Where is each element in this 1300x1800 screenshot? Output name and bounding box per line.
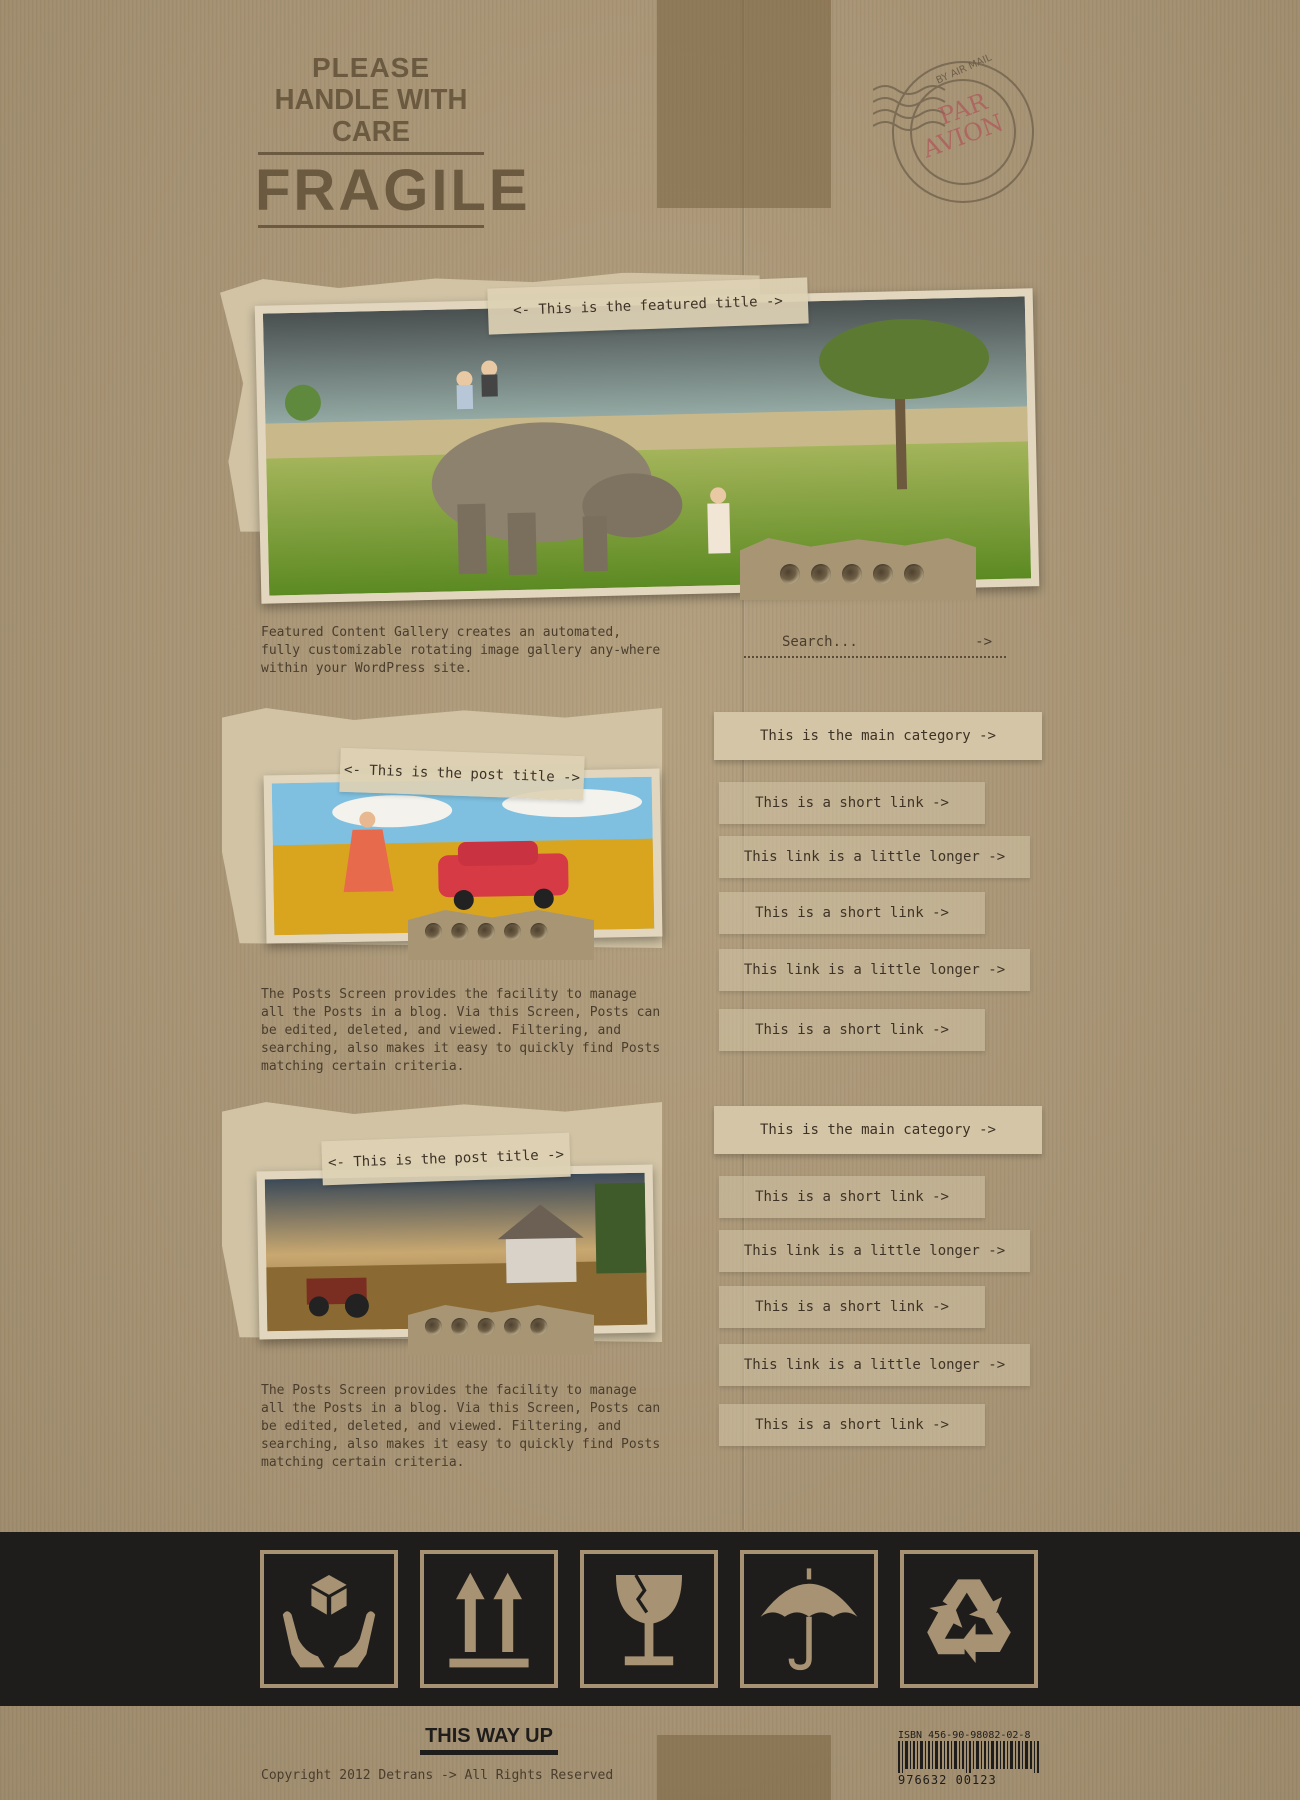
- sidebar-category[interactable]: This is the main category ->: [714, 712, 1042, 760]
- logo-divider: [258, 225, 484, 228]
- isbn-text: ISBN 456-90-98082-02-8: [898, 1730, 1043, 1741]
- sidebar-category[interactable]: This is the main category ->: [714, 1106, 1042, 1154]
- post-title: <- This is the post title ->: [343, 761, 581, 787]
- sidebar-link[interactable]: This is a short link ->: [719, 1286, 985, 1328]
- featured-description: Featured Content Gallery creates an auto…: [261, 625, 661, 676]
- post-title-tape[interactable]: <- This is the post title ->: [339, 747, 585, 801]
- sidebar-link[interactable]: This is a short link ->: [719, 1009, 985, 1051]
- slide-dot[interactable]: [873, 564, 893, 584]
- sidebar-link[interactable]: This link is a little longer ->: [719, 1344, 1030, 1386]
- isbn-label: ISBN: [898, 1730, 923, 1741]
- sidebar-link[interactable]: This link is a little longer ->: [719, 1230, 1030, 1272]
- sidebar-link[interactable]: This is a short link ->: [719, 1404, 985, 1446]
- keep-dry-umbrella-icon: [740, 1550, 878, 1688]
- sidebar-link[interactable]: This link is a little longer ->: [719, 836, 1030, 878]
- air-mail-postmark: BY AIR MAIL PAR AVION: [872, 50, 1037, 214]
- handle-with-care-icon: [260, 1550, 398, 1688]
- packing-tape-bottom: [657, 1735, 831, 1800]
- slide-dot[interactable]: [780, 564, 800, 584]
- slide-dot[interactable]: [811, 564, 831, 584]
- sidebar-link-label: This is a short link ->: [755, 1299, 949, 1315]
- post-image-vintage-car: [271, 776, 655, 936]
- logo-divider: [258, 152, 484, 155]
- slide-dot[interactable]: [477, 1318, 495, 1335]
- search-submit-arrow[interactable]: ->: [937, 634, 1006, 650]
- sidebar-link[interactable]: This is a short link ->: [719, 892, 985, 934]
- logo-line-fragile: FRAGILE: [255, 158, 531, 223]
- sidebar-link-label: This is a short link ->: [755, 905, 949, 921]
- recycle-icon: [900, 1550, 1038, 1688]
- this-way-up-icon: [420, 1550, 558, 1688]
- this-way-up-label: THIS WAY UP: [420, 1725, 558, 1755]
- sidebar-link-label: This is a short link ->: [755, 795, 949, 811]
- search-box[interactable]: Search... ->: [744, 628, 1006, 658]
- sidebar-category-label: This is the main category ->: [759, 728, 996, 744]
- sidebar-link[interactable]: This is a short link ->: [719, 1176, 985, 1218]
- slide-dot[interactable]: [504, 923, 522, 940]
- sidebar-link[interactable]: This is a short link ->: [719, 782, 985, 824]
- sidebar-link-label: This link is a little longer ->: [743, 849, 1006, 865]
- slide-dot[interactable]: [425, 1318, 442, 1335]
- sidebar-link[interactable]: This link is a little longer ->: [719, 949, 1030, 991]
- post-body: The Posts Screen provides the facility t…: [261, 987, 661, 1074]
- site-logo[interactable]: PLEASE HANDLE WITH CARE FRAGILE: [255, 52, 531, 228]
- post-slide-indicators: [425, 923, 548, 940]
- this-way-up-underline: [420, 1750, 558, 1755]
- slide-dot[interactable]: [530, 923, 548, 940]
- search-input[interactable]: Search...: [744, 634, 872, 650]
- slide-dot[interactable]: [451, 923, 469, 940]
- sidebar-link-label: This is a short link ->: [755, 1417, 949, 1433]
- logo-line-handle: HANDLE WITH CARE: [274, 84, 468, 148]
- slide-dot[interactable]: [530, 1318, 548, 1335]
- this-way-up-text: THIS WAY UP: [425, 1725, 553, 1747]
- post-title: <- This is the post title ->: [327, 1146, 565, 1172]
- slide-dot[interactable]: [504, 1318, 522, 1335]
- barcode-number: 976632 00123: [898, 1773, 997, 1787]
- featured-slide-indicators: [780, 564, 924, 584]
- isbn-barcode: ISBN 456-90-98082-02-8 976632 00123: [898, 1730, 1043, 1787]
- sidebar-link-label: This is a short link ->: [755, 1189, 949, 1205]
- post-slide-indicators: [425, 1318, 548, 1335]
- copyright: Copyright 2012 Detrans -> All Rights Res…: [261, 1768, 614, 1783]
- slide-dot[interactable]: [425, 923, 442, 940]
- logo-line-please: PLEASE: [311, 52, 431, 83]
- fragile-glass-icon: [580, 1550, 718, 1688]
- sidebar-category-label: This is the main category ->: [759, 1122, 996, 1138]
- sidebar-link-label: This link is a little longer ->: [743, 1357, 1006, 1373]
- packing-tape-top: [657, 0, 831, 208]
- sidebar-link-label: This link is a little longer ->: [743, 962, 1006, 978]
- post-title-tape[interactable]: <- This is the post title ->: [321, 1132, 571, 1186]
- featured-title: <- This is the featured title ->: [512, 293, 784, 319]
- slide-dot[interactable]: [904, 564, 924, 584]
- sidebar-link-label: This link is a little longer ->: [743, 1243, 1006, 1259]
- slide-dot[interactable]: [842, 564, 862, 584]
- isbn-number: 456-90-98082-02-8: [928, 1730, 1031, 1741]
- barcode-bars: [898, 1741, 1039, 1773]
- sidebar-link-label: This is a short link ->: [755, 1022, 949, 1038]
- post-body: The Posts Screen provides the facility t…: [261, 1383, 661, 1470]
- slide-dot[interactable]: [477, 923, 495, 940]
- slide-dot[interactable]: [451, 1318, 469, 1335]
